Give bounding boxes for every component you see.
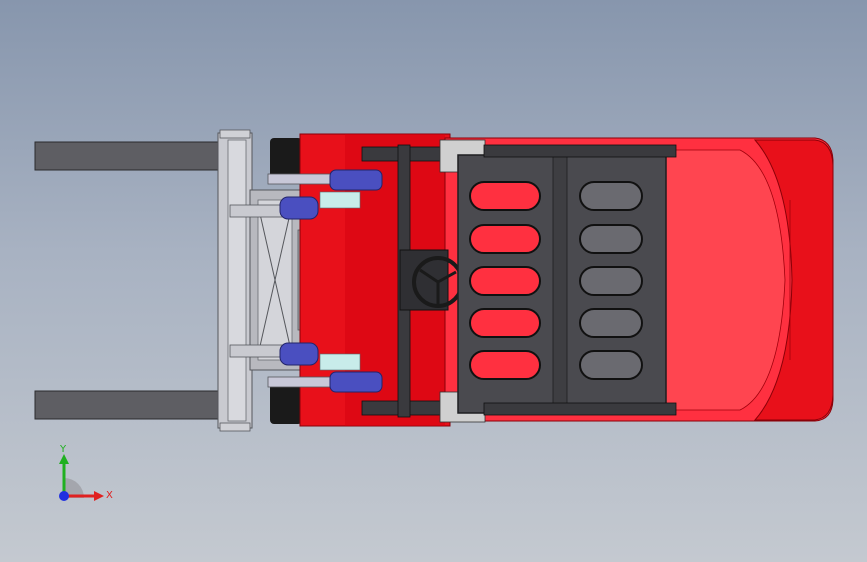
front-wheel-top [270,138,302,178]
lift-cylinder-top [279,196,319,220]
carriage-top-tab [219,129,251,139]
carriage-plate-inner [227,139,247,422]
fork-top [34,141,226,171]
guard-top-rail [483,144,677,158]
fork-bottom [34,390,226,420]
coordinate-triad: Y X [59,444,113,501]
tilt-cylinder-bottom [329,371,383,393]
overhead-guard-divider [552,154,568,414]
forklift-model-top-view[interactable] [0,0,867,562]
front-wheel-bottom [270,384,302,424]
tilt-cylinder-top [329,169,383,191]
y-axis-label: Y [59,444,67,455]
y-axis-arrow [59,454,69,464]
rear-body-hood [664,149,786,411]
cad-viewport[interactable]: Y X [0,0,867,562]
light-block-bottom [319,353,361,371]
x-axis-label: X [106,490,113,501]
tilt-cylinder-top-rod [267,173,333,185]
lift-cylinder-bottom [279,342,319,366]
z-axis-dot [59,491,69,501]
tilt-cylinder-bottom-rod [267,376,333,388]
x-axis-arrow [94,491,104,501]
light-block-top [319,191,361,209]
guard-bottom-rail [483,402,677,416]
carriage-bottom-tab [219,422,251,432]
